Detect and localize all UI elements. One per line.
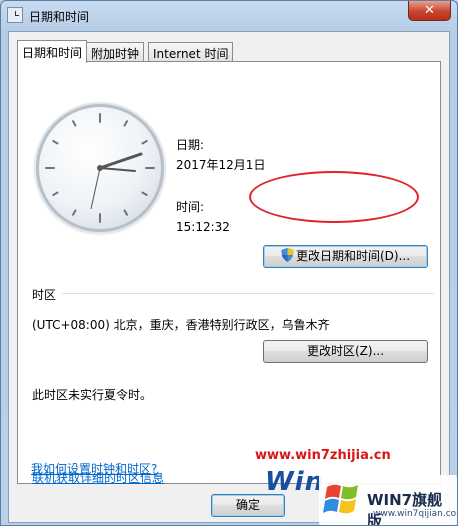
watermark-win-text: Win: [265, 467, 325, 497]
clock-center: [97, 165, 103, 171]
clock-tick: [52, 140, 59, 145]
hour-hand: [98, 152, 143, 170]
clock-tick: [123, 209, 128, 216]
close-button[interactable]: ✕: [408, 1, 451, 21]
time-value: 15:12:32: [176, 220, 230, 234]
tab-label: 日期和时间: [22, 46, 83, 60]
uac-shield-icon: [281, 248, 294, 262]
clock-tick: [72, 209, 77, 216]
minute-hand: [99, 167, 136, 172]
tab-label: Internet 时间: [153, 47, 229, 61]
timezone-section-label: 时区: [32, 288, 57, 302]
watermark-url: www.win7zhijia.cn: [255, 448, 391, 463]
clock-icon: [7, 7, 23, 23]
dst-note: 此时区未实行夏令时。: [32, 388, 153, 402]
watermark-sub-url: www.win7qijian.com: [373, 509, 458, 519]
badge-text: WIN7旗舰版: [367, 491, 443, 526]
title-bar[interactable]: 日期和时间 ✕: [1, 1, 457, 31]
tab-additional-clocks[interactable]: 附加时钟: [86, 42, 145, 61]
how-to-set-link[interactable]: 我如何设置时钟和时区?: [31, 460, 157, 477]
date-value: 2017年12月1日: [176, 158, 266, 172]
clock-tick: [141, 140, 148, 145]
clock-tick: [123, 120, 128, 127]
analog-clock: [36, 104, 164, 232]
clock-tick: [141, 191, 148, 196]
date-time-dialog: 日期和时间 ✕ 日期和时间 附加时钟 Internet 时间 日期: 2017年…: [0, 0, 458, 526]
tab-label: 附加时钟: [91, 47, 140, 61]
clock-face: [45, 113, 155, 223]
second-hand: [90, 167, 101, 210]
window-title: 日期和时间: [29, 10, 90, 24]
clock-tick: [72, 120, 77, 127]
timezone-divider: [62, 293, 434, 294]
date-label: 日期:: [176, 138, 205, 152]
clock-tick: [52, 191, 59, 196]
change-timezone-button[interactable]: 更改时区(Z)...: [263, 340, 428, 363]
timezone-value: (UTC+08:00) 北京，重庆，香港特别行政区，乌鲁木齐: [32, 318, 330, 332]
tab-internet-time[interactable]: Internet 时间: [148, 42, 234, 61]
change-date-time-label: 更改日期和时间(D)...: [295, 249, 411, 263]
change-date-time-button[interactable]: 更改日期和时间(D)...: [263, 245, 428, 268]
ok-button[interactable]: 确定: [211, 494, 285, 517]
change-timezone-label: 更改时区(Z)...: [306, 344, 385, 358]
close-icon: ✕: [424, 3, 435, 18]
time-label: 时间:: [176, 200, 205, 214]
windows-logo-icon: [323, 484, 358, 514]
date-time-panel: 日期: 2017年12月1日 时间: 15:12:32 更改日期和时间(D)..…: [17, 61, 441, 485]
tab-date-time[interactable]: 日期和时间: [17, 40, 88, 63]
ok-label: 确定: [235, 498, 260, 512]
